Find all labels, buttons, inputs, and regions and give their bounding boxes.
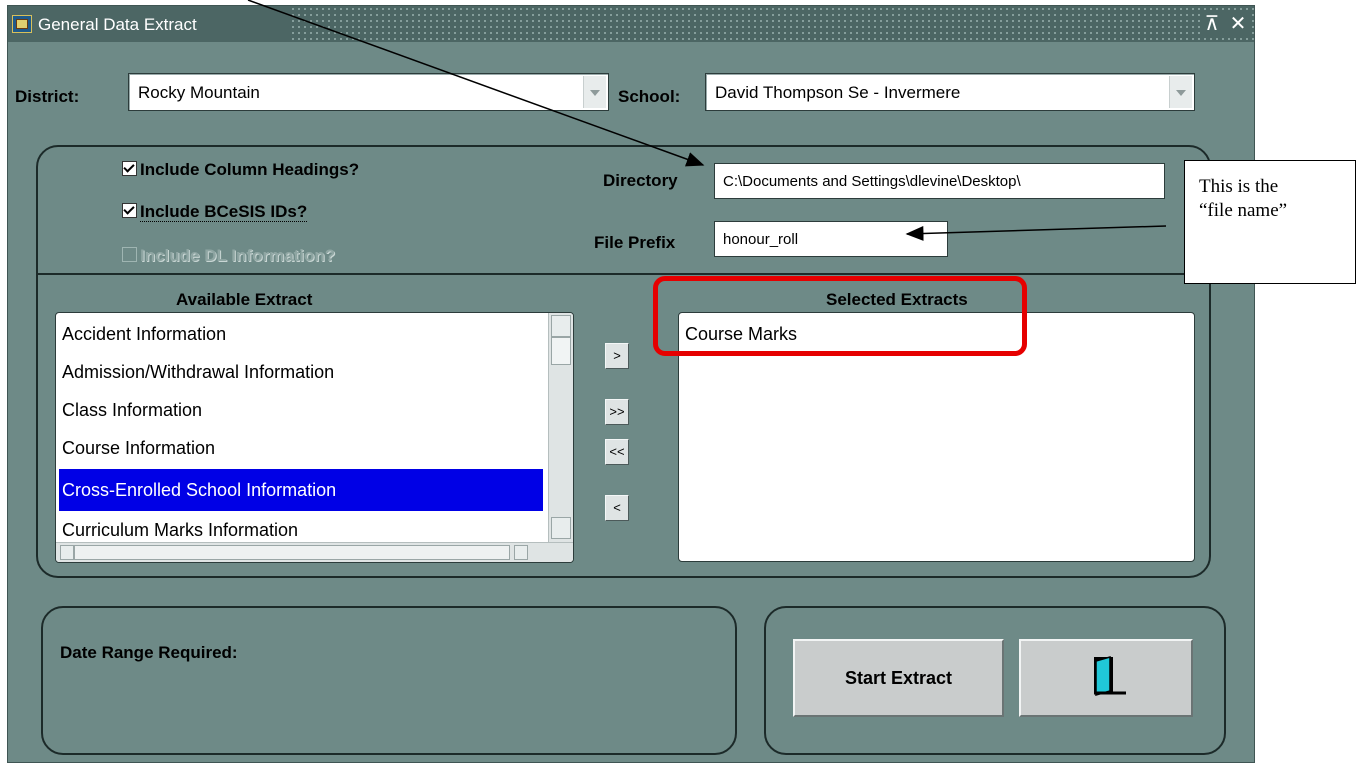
annotation-arrows [247,0,1167,241]
file-name-arrow [905,225,1167,241]
directory-arrow [247,0,705,167]
